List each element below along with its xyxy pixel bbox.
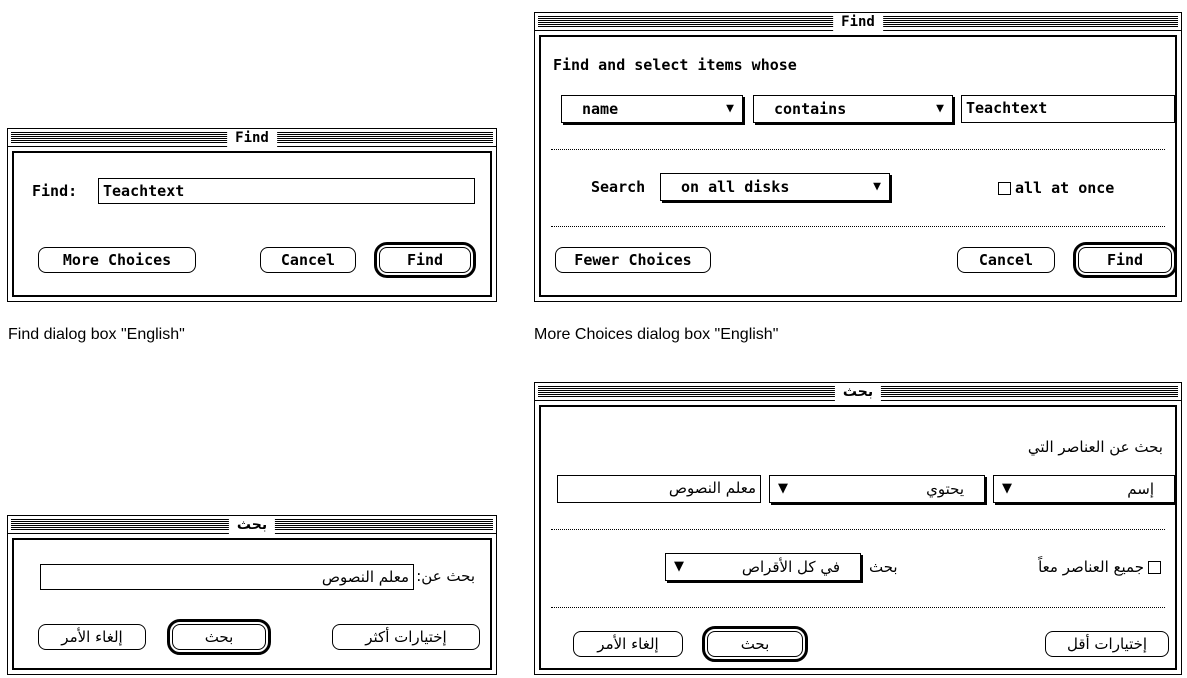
chevron-down-icon: ▼: [936, 101, 944, 116]
heading: Find and select items whose: [553, 56, 797, 74]
checkbox-box: [998, 182, 1011, 195]
find-button[interactable]: بحث: [167, 619, 271, 655]
dialog-frame: Find and select items whose name ▼ contai…: [539, 35, 1177, 297]
more-choices-dialog-english: Find Find and select items whose name ▼ c…: [534, 12, 1182, 302]
search-label: Search: [591, 178, 646, 196]
title-bar[interactable]: Find: [535, 13, 1181, 31]
fewer-choices-button[interactable]: Fewer Choices: [555, 247, 711, 273]
attribute-popup[interactable]: إسم ▼: [993, 475, 1175, 503]
dialog-frame: بحث عن: معلم النصوص إختيارات أكثر بحث إل…: [12, 538, 492, 670]
cancel-button[interactable]: إلغاء الأمر: [38, 624, 146, 650]
all-at-once-label: all at once: [1015, 179, 1115, 197]
find-button[interactable]: بحث: [702, 626, 808, 662]
cancel-button[interactable]: Cancel: [957, 247, 1055, 273]
chevron-down-icon: ▼: [1002, 481, 1012, 496]
find-label: Find:: [32, 182, 78, 200]
operator-popup[interactable]: contains ▼: [753, 95, 953, 123]
more-choices-button[interactable]: إختيارات أكثر: [332, 624, 480, 650]
search-scope-value: في كل الأقراص: [741, 558, 840, 576]
dialog-frame: Find: Teachtext More Choices Cancel Find: [12, 151, 492, 297]
all-at-once-label: جميع العناصر معاً: [1038, 558, 1144, 576]
title-bar[interactable]: بحث: [535, 383, 1181, 401]
separator: [551, 226, 1165, 227]
more-choices-button[interactable]: More Choices: [38, 247, 196, 273]
window-title: Find: [227, 129, 277, 147]
separator: [551, 149, 1165, 150]
attribute-popup[interactable]: name ▼: [561, 95, 743, 123]
find-label: بحث عن:: [416, 567, 475, 585]
heading: بحث عن العناصر التي: [1027, 438, 1163, 456]
chevron-down-icon: ▼: [674, 559, 684, 574]
all-at-once-checkbox[interactable]: جميع العناصر معاً: [1038, 557, 1161, 577]
search-scope-value: on all disks: [681, 178, 790, 196]
separator: [551, 529, 1165, 530]
dialog-frame: بحث عن العناصر التي إسم ▼ يحتوي ▼ معلم الن…: [539, 405, 1177, 670]
find-button[interactable]: Find: [1073, 242, 1177, 278]
window-title: Find: [833, 13, 883, 31]
search-scope-popup[interactable]: on all disks ▼: [660, 173, 890, 201]
chevron-down-icon: ▼: [778, 481, 788, 496]
criteria-input[interactable]: Teachtext: [961, 95, 1175, 123]
chevron-down-icon: ▼: [726, 101, 734, 116]
checkbox-box: [1148, 561, 1161, 574]
search-label: بحث: [869, 558, 898, 576]
find-input[interactable]: معلم النصوص: [40, 564, 414, 590]
title-bar[interactable]: Find: [8, 129, 496, 147]
window-title: بحث: [834, 383, 882, 401]
chevron-down-icon: ▼: [873, 179, 881, 194]
title-bar[interactable]: بحث: [8, 516, 496, 534]
criteria-input[interactable]: معلم النصوص: [557, 475, 761, 503]
separator: [551, 607, 1165, 608]
find-button[interactable]: Find: [374, 242, 476, 278]
attribute-value: إسم: [1127, 480, 1154, 498]
caption-find-english: Find dialog box "English": [8, 326, 185, 343]
operator-popup[interactable]: يحتوي ▼: [769, 475, 985, 503]
more-choices-dialog-arabic: بحث بحث عن العناصر التي إسم ▼ يحتوي ▼ معلم…: [534, 382, 1182, 675]
fewer-choices-button[interactable]: إختيارات أقل: [1045, 631, 1169, 657]
operator-value: يحتوي: [926, 480, 964, 498]
window-title: بحث: [228, 516, 276, 534]
attribute-value: name: [582, 100, 619, 118]
find-dialog-arabic: بحث بحث عن: معلم النصوص إختيارات أكثر بح…: [7, 515, 497, 675]
all-at-once-checkbox[interactable]: all at once: [998, 178, 1114, 198]
cancel-button[interactable]: إلغاء الأمر: [573, 631, 683, 657]
caption-more-choices-english: More Choices dialog box "English": [534, 326, 779, 343]
operator-value: contains: [774, 100, 847, 118]
cancel-button[interactable]: Cancel: [260, 247, 356, 273]
find-dialog-english: Find Find: Teachtext More Choices Cancel…: [7, 128, 497, 302]
find-input[interactable]: Teachtext: [98, 178, 475, 204]
search-scope-popup[interactable]: في كل الأقراص ▼: [665, 553, 861, 581]
